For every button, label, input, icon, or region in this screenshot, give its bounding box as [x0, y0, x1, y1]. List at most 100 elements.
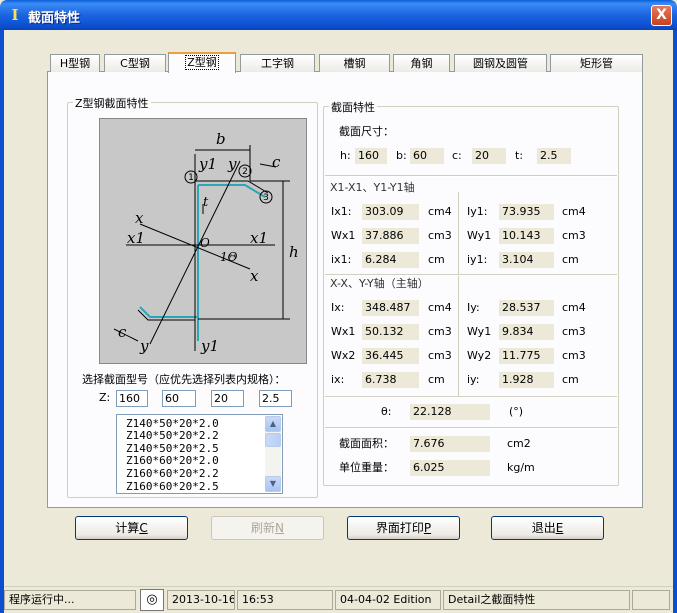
iy1-label: Iy1:	[467, 205, 488, 218]
theta-label: θ:	[381, 405, 392, 418]
dim-h-value: 160	[355, 148, 387, 164]
list-item[interactable]: Z140*50*20*2.0	[126, 418, 219, 429]
tab-round-tube[interactable]: 圆钢及圆管	[454, 54, 547, 72]
scroll-thumb[interactable]	[265, 433, 281, 447]
rx-label: ix:	[331, 373, 345, 386]
refresh-hotkey: N	[275, 521, 284, 535]
status-detail: Detail之截面特性	[443, 590, 630, 610]
label-x-right: x	[250, 267, 259, 285]
print-button[interactable]: 界面打印P	[347, 516, 460, 540]
area-label: 截面面积：	[339, 437, 394, 450]
list-item[interactable]: Z140*50*20*2.2	[126, 430, 219, 441]
scroll-up-icon[interactable]: ▲	[265, 416, 281, 432]
ix-label: Ix:	[331, 301, 345, 314]
rx-value: 6.738	[362, 372, 419, 388]
label-x-left: x	[135, 209, 144, 227]
status-date: 2013-10-16	[167, 590, 235, 610]
tab-angle[interactable]: 角钢	[393, 54, 450, 72]
tab-label: 矩形管	[580, 57, 613, 70]
b-input[interactable]: 60	[162, 390, 196, 407]
wx1-main-value: 50.132	[362, 324, 419, 340]
status-running: 程序运行中...	[4, 590, 136, 610]
separator	[325, 427, 617, 429]
label-theta: 1Θ	[220, 250, 238, 264]
label-origin: O	[200, 236, 210, 250]
t-input[interactable]: 2.5	[259, 390, 292, 407]
label-y-bottom: y	[139, 337, 149, 355]
label-circle-1: 1	[188, 173, 194, 183]
exit-button[interactable]: 退出E	[491, 516, 604, 540]
dim-b-label: b:	[396, 149, 407, 162]
ry1-unit: cm	[562, 253, 579, 266]
window-title: 截面特性	[28, 11, 81, 26]
list-item[interactable]: Z160*60*20*2.2	[126, 468, 219, 479]
rx1-value: 6.284	[362, 252, 419, 268]
ry1-label: iy1:	[467, 253, 488, 266]
tab-i-beam[interactable]: 工字钢	[240, 54, 315, 72]
label-circle-2: 2	[242, 167, 248, 177]
label-c-top: c	[272, 153, 281, 171]
tab-channel[interactable]: 槽钢	[319, 54, 390, 72]
listbox-scrollbar[interactable]: ▲ ▼	[265, 416, 281, 492]
dim-t-value: 2.5	[537, 148, 571, 164]
calculate-hotkey: C	[139, 521, 148, 535]
tab-h-steel[interactable]: H型钢	[50, 54, 100, 72]
rx1-label: ix1:	[331, 253, 352, 266]
z-section-drawing: b y1 y c t x x1 O 1Θ x1 x h c y y1 1 2 3	[113, 130, 299, 355]
label-y-top: y	[227, 155, 237, 173]
exit-hotkey: E	[555, 521, 564, 535]
tab-label: C型钢	[120, 57, 150, 70]
tab-label: 圆钢及圆管	[473, 57, 528, 70]
c-input[interactable]: 20	[211, 390, 244, 407]
iy-unit: cm4	[562, 301, 586, 314]
ry-value: 1.928	[499, 372, 554, 388]
wx2-unit: cm3	[428, 349, 452, 362]
calculate-button[interactable]: 计算C	[75, 516, 188, 540]
close-button[interactable]: X	[651, 5, 672, 26]
spec-listbox[interactable]: Z140*50*20*2.0 Z140*50*20*2.2 Z140*50*20…	[116, 414, 283, 494]
calculate-label: 计算	[115, 521, 140, 535]
iy1-unit: cm4	[562, 205, 586, 218]
area-value: 7.676	[410, 436, 490, 452]
wx1-main-unit: cm3	[428, 325, 452, 338]
scroll-down-icon[interactable]: ▼	[265, 476, 281, 492]
tab-label: Z型钢	[185, 55, 219, 70]
list-item[interactable]: Z160*60*20*2.5	[126, 481, 219, 492]
tab-z-steel[interactable]: Z型钢	[168, 52, 236, 73]
tab-rect-tube[interactable]: 矩形管	[550, 54, 643, 72]
wy1-main-value: 9.834	[499, 324, 554, 340]
label-circle-3: 3	[263, 193, 269, 203]
status-cell-empty	[632, 590, 670, 610]
dim-t-label: t:	[515, 149, 524, 162]
label-y1-bottom: y1	[200, 337, 219, 355]
refresh-button[interactable]: 刷新N	[211, 516, 324, 540]
dim-b-value: 60	[410, 148, 444, 164]
z-label: Z:	[99, 391, 111, 404]
iy1-value: 73.935	[499, 204, 554, 220]
dim-c-value: 20	[472, 148, 506, 164]
weight-value: 6.025	[410, 460, 490, 476]
weight-unit: kg/m	[507, 461, 535, 474]
wy1-value: 10.143	[499, 228, 554, 244]
ix1-value: 303.09	[362, 204, 419, 220]
wy1-unit: cm3	[562, 229, 586, 242]
tab-label: H型钢	[59, 57, 91, 70]
window-frame-left	[0, 30, 4, 613]
label-h: h	[289, 243, 299, 261]
ix1-label: Ix1:	[331, 205, 352, 218]
list-item[interactable]: Z140*50*20*2.5	[126, 443, 219, 454]
tab-label: 槽钢	[343, 57, 366, 70]
ix-unit: cm4	[428, 301, 452, 314]
iy-label: Iy:	[467, 301, 480, 314]
wx1-main-label: Wx1	[331, 325, 356, 338]
tab-label: 工字钢	[261, 57, 294, 70]
window-frame-right	[673, 30, 677, 613]
column-divider	[458, 192, 459, 397]
iy-value: 28.537	[499, 300, 554, 316]
tab-c-steel[interactable]: C型钢	[104, 54, 166, 72]
label-y1-top: y1	[198, 155, 217, 173]
wy1-main-label: Wy1	[467, 325, 492, 338]
h-input[interactable]: 160	[116, 390, 148, 407]
list-item[interactable]: Z160*60*20*2.0	[126, 455, 219, 466]
status-edition: 04-04-02 Edition	[335, 590, 441, 610]
